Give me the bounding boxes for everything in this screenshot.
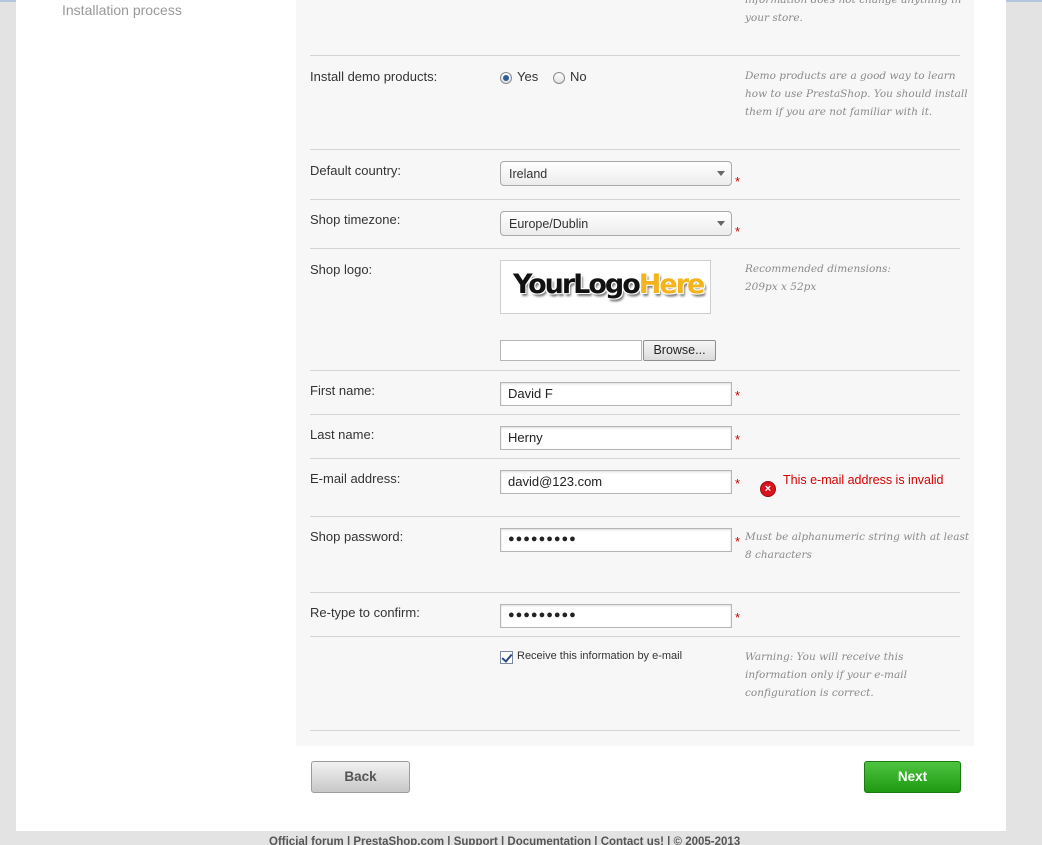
timezone-value: Europe/Dublin	[509, 217, 589, 231]
first-name-label: First name:	[310, 383, 376, 398]
footer-links[interactable]: Official forum | PrestaShop.com | Suppor…	[269, 836, 740, 845]
confirm-password-input[interactable]: ●●●●●●●●●	[500, 604, 732, 628]
password-help-1: Must be alphanumeric string with at leas…	[745, 531, 970, 543]
demo-help-1: Demo products are a good way to learn	[745, 70, 956, 82]
separator	[310, 730, 960, 731]
timezone-label: Shop timezone:	[310, 212, 401, 227]
demo-no-label[interactable]: No	[570, 69, 587, 84]
newsletter-help-1: Warning: You will receive this	[745, 651, 904, 663]
separator	[310, 516, 960, 517]
password-help-2: 8 characters	[745, 549, 812, 561]
demo-products-label: Install demo products:	[310, 69, 438, 84]
logo-image-text: YourLogoHere	[513, 269, 705, 300]
newsletter-checkbox[interactable]	[500, 651, 513, 664]
logo-help-1: Recommended dimensions:	[745, 263, 891, 275]
logo-file-input[interactable]	[500, 340, 642, 361]
required-mark: *	[735, 610, 741, 625]
country-value: Ireland	[509, 167, 548, 181]
password-input[interactable]: ●●●●●●●●●	[500, 528, 732, 552]
top-help-line2: your store.	[745, 12, 803, 24]
required-mark: *	[735, 432, 741, 447]
sidebar-step-label: Installation process	[62, 2, 182, 18]
browse-button[interactable]: Browse...	[643, 340, 716, 361]
required-mark: *	[735, 174, 741, 189]
email-input[interactable]: david@123.com	[500, 470, 732, 494]
logo-help-2: 209px x 52px	[745, 281, 817, 293]
separator	[310, 458, 960, 459]
first-name-input[interactable]: David F	[500, 382, 732, 406]
country-label: Default country:	[310, 163, 402, 178]
last-name-label: Last name:	[310, 427, 375, 442]
newsletter-help-2: information only if your e-mail	[745, 669, 907, 681]
separator	[310, 592, 960, 593]
demo-yes-label[interactable]: Yes	[517, 69, 538, 84]
required-mark: *	[735, 476, 741, 491]
logo-preview: YourLogoHere	[500, 260, 711, 314]
demo-help-2: how to use PrestaShop. You should instal…	[745, 88, 968, 100]
demo-no-radio[interactable]	[553, 72, 565, 84]
country-select[interactable]: Ireland	[500, 161, 732, 186]
newsletter-help-3: configuration is correct.	[745, 687, 874, 699]
timezone-select[interactable]: Europe/Dublin	[500, 211, 732, 236]
back-button[interactable]: Back	[311, 761, 410, 793]
error-icon: ×	[760, 481, 776, 497]
separator	[310, 414, 960, 415]
confirm-password-label: Re-type to confirm:	[310, 605, 420, 620]
required-mark: *	[735, 224, 741, 239]
email-error-message: This e-mail address is invalid	[783, 473, 944, 487]
top-help-line1: information does not change anything in	[745, 0, 962, 6]
next-button[interactable]: Next	[864, 761, 961, 793]
logo-label: Shop logo:	[310, 262, 373, 277]
chevron-down-icon	[717, 171, 725, 176]
separator	[310, 199, 960, 200]
password-label: Shop password:	[310, 529, 404, 544]
separator	[310, 248, 960, 249]
chevron-down-icon	[717, 221, 725, 226]
separator	[310, 636, 960, 637]
separator	[310, 149, 960, 150]
demo-help-3: them if you are not familiar with it.	[745, 106, 933, 118]
email-label: E-mail address:	[310, 471, 401, 486]
required-mark: *	[735, 534, 741, 549]
separator	[310, 55, 960, 56]
demo-yes-radio[interactable]	[500, 72, 512, 84]
required-mark: *	[735, 388, 741, 403]
last-name-input[interactable]: Herny	[500, 426, 732, 450]
separator	[310, 370, 960, 371]
newsletter-label[interactable]: Receive this information by e-mail	[517, 650, 682, 662]
